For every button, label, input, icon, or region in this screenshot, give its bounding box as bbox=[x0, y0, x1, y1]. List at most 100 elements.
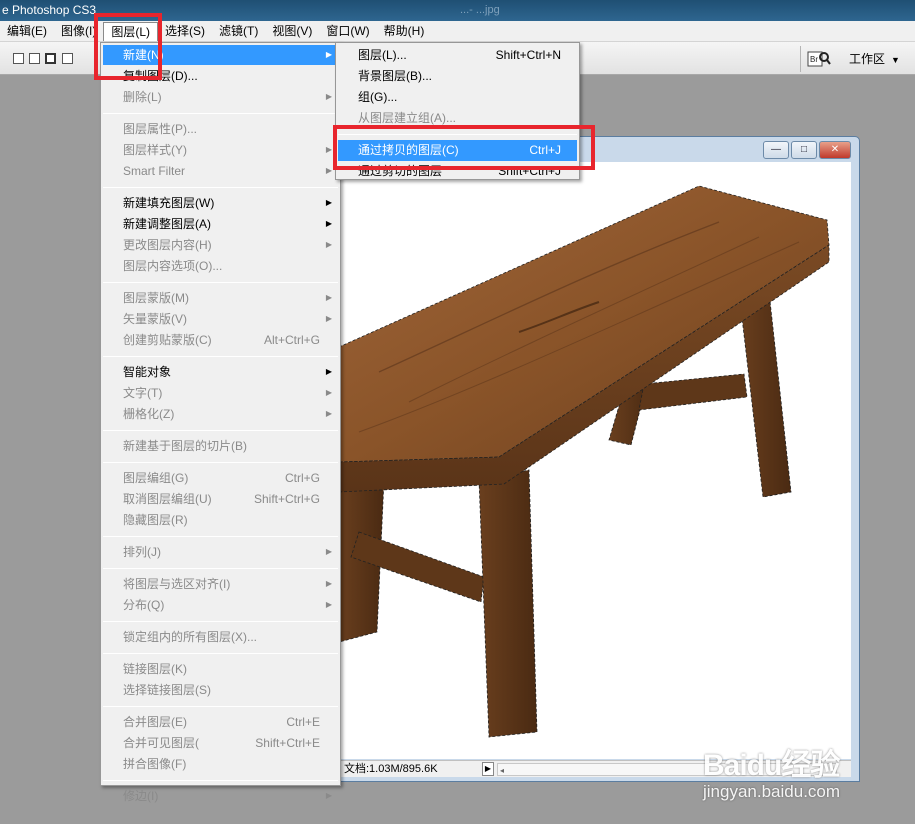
layer-menu-item[interactable]: 新建基于图层的切片(B) bbox=[103, 436, 338, 456]
layer-menu-item[interactable]: 智能对象 ▶ bbox=[103, 362, 338, 382]
menu-item-label: 矢量蒙版(V) bbox=[123, 312, 187, 326]
menu-item-label: 创建剪贴蒙版(C) bbox=[123, 333, 212, 347]
menu-item-label: 分布(Q) bbox=[123, 598, 165, 612]
menu-item-shortcut: Ctrl+E bbox=[286, 715, 320, 729]
menu-item-label: Smart Filter bbox=[123, 164, 186, 178]
menu-item-label: 图层内容选项(O)... bbox=[123, 259, 223, 273]
menu-item-label: 隐藏图层(R) bbox=[123, 513, 188, 527]
layer-menu-item[interactable]: 隐藏图层(R) bbox=[103, 510, 338, 530]
new-selection-icon[interactable] bbox=[13, 53, 24, 64]
watermark-logo: Baidu经验 bbox=[703, 749, 840, 782]
layer-menu-item[interactable]: 矢量蒙版(V) ▶ bbox=[103, 309, 338, 329]
layer-menu-item[interactable]: 将图层与选区对齐(I) ▶ bbox=[103, 574, 338, 594]
close-icon[interactable]: ✕ bbox=[819, 141, 851, 159]
layer-menu-item[interactable]: 拼合图像(F) bbox=[103, 754, 338, 774]
submenu-arrow-icon: ▶ bbox=[325, 579, 332, 588]
submenu-arrow-icon: ▶ bbox=[325, 219, 332, 228]
menu-separator bbox=[103, 621, 338, 622]
layer-menu-item[interactable]: 图层蒙版(M) ▶ bbox=[103, 288, 338, 308]
layer-menu-item[interactable]: 新建填充图层(W) ▶ bbox=[103, 193, 338, 213]
layer-menu-item[interactable]: 选择链接图层(S) bbox=[103, 680, 338, 700]
layer-menu-item[interactable]: 合并图层(E) Ctrl+E bbox=[103, 712, 338, 732]
layer-menu-item[interactable]: 分布(Q) ▶ bbox=[103, 595, 338, 615]
menu-item-label: 拼合图像(F) bbox=[123, 757, 187, 771]
baidu-watermark: Baidu经验 jingyan.baidu.com bbox=[698, 740, 898, 810]
doc-size-status: 文档:1.03M/895.6K bbox=[344, 763, 438, 775]
add-selection-icon[interactable] bbox=[29, 53, 40, 64]
menu-item-label: 图层蒙版(M) bbox=[123, 291, 189, 305]
layer-menu-item[interactable]: 新建调整图层(A) ▶ bbox=[103, 214, 338, 234]
submenu-arrow-icon: ▶ bbox=[325, 791, 332, 800]
image-canvas[interactable] bbox=[339, 162, 851, 759]
submenu-arrow-icon: ▶ bbox=[325, 198, 332, 207]
bench-image bbox=[339, 185, 830, 738]
layer-menu-dropdown: 新建(N) ▶ 复制图层(D)... 删除(L) ▶ 图层属性(P)... 图层样式(Y) ▶… bbox=[100, 42, 341, 803]
layer-menu-item[interactable]: 栅格化(Z) ▶ bbox=[103, 404, 338, 424]
layer-menu-item[interactable]: 链接图层(K) bbox=[103, 659, 338, 679]
layer-menu-item[interactable]: 图层属性(P)... bbox=[103, 119, 338, 139]
submenu-arrow-icon: ▶ bbox=[325, 547, 332, 556]
submenu-arrow-icon: ▶ bbox=[325, 293, 332, 302]
menu-separator bbox=[103, 113, 338, 114]
submenu-arrow-icon: ▶ bbox=[325, 145, 332, 154]
menu-separator bbox=[103, 462, 338, 463]
menu-item-label: 排列(J) bbox=[123, 545, 161, 559]
workspace-button[interactable]: 工作区 ▼ bbox=[843, 50, 906, 68]
menu-item-label: 新建调整图层(A) bbox=[123, 217, 211, 231]
scroll-left-icon[interactable]: ◂ bbox=[500, 763, 504, 779]
submenu-arrow-icon: ▶ bbox=[325, 600, 332, 609]
submenu-arrow-icon: ▶ bbox=[325, 409, 332, 418]
document-window[interactable]: — □ ✕ 文档:1.03M/895.6K ▶ ◂ bbox=[330, 136, 860, 782]
menu-item-label: 新建填充图层(W) bbox=[123, 196, 215, 210]
svg-text:Br: Br bbox=[810, 55, 818, 64]
new-submenu-item[interactable]: 背景图层(B)... bbox=[338, 66, 577, 87]
menu-item-label: 栅格化(Z) bbox=[123, 407, 175, 421]
submenu-arrow-icon: ▶ bbox=[325, 92, 332, 101]
menu-item-label: 选择链接图层(S) bbox=[123, 683, 211, 697]
maximize-icon[interactable]: □ bbox=[791, 141, 817, 159]
menu-item-shortcut: Shift+Ctrl+G bbox=[253, 492, 320, 506]
highlight-box-layer-new bbox=[94, 13, 162, 80]
menu-separator bbox=[103, 282, 338, 283]
window-controls: — □ ✕ bbox=[763, 141, 851, 159]
layer-menu-item[interactable]: 图层样式(Y) ▶ bbox=[103, 140, 338, 160]
layer-menu-item[interactable]: 图层编组(G) Ctrl+G bbox=[103, 468, 338, 488]
layer-menu-item[interactable]: 合并可见图层(Shift+Ctrl+E bbox=[103, 733, 338, 753]
new-submenu-item[interactable]: 组(G)... bbox=[338, 87, 577, 108]
menu-6[interactable]: 窗口(W) bbox=[319, 22, 376, 41]
menu-item-shortcut: Shift+Ctrl+E bbox=[255, 736, 320, 750]
intersect-selection-icon[interactable] bbox=[62, 53, 73, 64]
layer-menu-item[interactable]: 更改图层内容(H) ▶ bbox=[103, 235, 338, 255]
toolbar-divider bbox=[800, 46, 801, 72]
submenu-arrow-icon: ▶ bbox=[325, 388, 332, 397]
layer-menu-item[interactable]: 图层内容选项(O)... bbox=[103, 256, 338, 276]
layer-menu-item[interactable]: 文字(T) ▶ bbox=[103, 383, 338, 403]
bridge-icon[interactable]: Br bbox=[807, 49, 831, 69]
play-icon[interactable]: ▶ bbox=[482, 762, 494, 776]
menu-item-shortcut: Alt+Ctrl+G bbox=[263, 333, 320, 347]
layer-menu-item[interactable]: 排列(J) ▶ bbox=[103, 542, 338, 562]
layer-menu-item[interactable]: Smart Filter ▶ bbox=[103, 161, 338, 181]
new-submenu-item[interactable]: 图层(L)... Shift+Ctrl+N bbox=[338, 45, 577, 66]
minimize-icon[interactable]: — bbox=[763, 141, 789, 159]
menu-separator bbox=[103, 430, 338, 431]
chevron-down-icon: ▼ bbox=[891, 55, 900, 65]
watermark-site: jingyan.baidu.com bbox=[703, 782, 841, 801]
menu-3[interactable]: 选择(S) bbox=[158, 22, 212, 41]
layer-menu-item[interactable]: 创建剪贴蒙版(C) Alt+Ctrl+G bbox=[103, 330, 338, 350]
layer-menu-item[interactable]: 锁定组内的所有图层(X)... bbox=[103, 627, 338, 647]
menu-separator bbox=[103, 187, 338, 188]
menu-4[interactable]: 滤镜(T) bbox=[212, 22, 265, 41]
layer-menu-item[interactable]: 修边(I) ▶ bbox=[103, 786, 338, 806]
menu-5[interactable]: 视图(V) bbox=[265, 22, 319, 41]
layer-menu-item[interactable]: 删除(L) ▶ bbox=[103, 87, 338, 107]
submenu-arrow-icon: ▶ bbox=[325, 314, 332, 323]
subtract-selection-icon[interactable] bbox=[45, 53, 56, 64]
menu-item-label: 图层样式(Y) bbox=[123, 143, 187, 157]
menu-item-label: 背景图层(B)... bbox=[358, 69, 432, 83]
menu-0[interactable]: 编辑(E) bbox=[0, 22, 54, 41]
menu-separator bbox=[103, 536, 338, 537]
layer-menu-item[interactable]: 取消图层编组(U) Shift+Ctrl+G bbox=[103, 489, 338, 509]
menu-separator bbox=[103, 706, 338, 707]
menu-7[interactable]: 帮助(H) bbox=[377, 22, 432, 41]
